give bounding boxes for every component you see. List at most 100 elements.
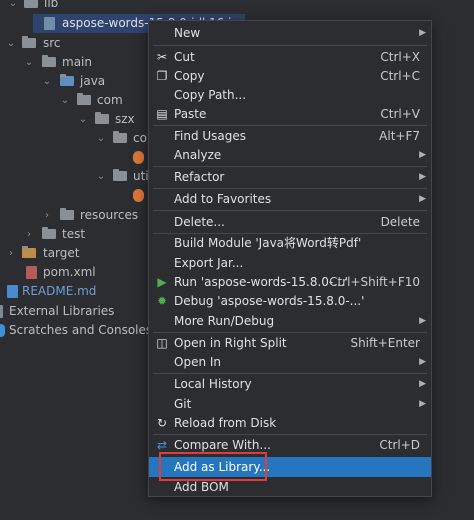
menu-item-open-in[interactable]: Open In ▶ <box>149 352 431 372</box>
tree-item-resources[interactable]: › resources <box>0 206 148 225</box>
menu-item-label: Open In <box>174 355 222 369</box>
tree-item-target[interactable]: › target <box>0 244 148 263</box>
chevron-right-icon: ▶ <box>419 28 426 38</box>
menu-item-git[interactable]: Git ▶ <box>149 394 431 414</box>
menu-item-add-to-favorites[interactable]: Add to Favorites ▶ <box>149 189 431 209</box>
chevron-right-icon: ▶ <box>419 150 426 160</box>
menu-item-label: Refactor <box>174 170 225 184</box>
markdown-file-icon <box>7 285 18 298</box>
jar-icon <box>44 17 55 30</box>
chevron-right-icon: ▶ <box>419 194 426 204</box>
menu-item-find-usages[interactable]: Find Usages Alt+F7 <box>149 126 431 146</box>
chevron-right-icon[interactable]: › <box>24 225 34 244</box>
menu-item-label: Copy <box>174 69 205 83</box>
tree-item-scratches[interactable]: Scratches and Consoles <box>0 321 152 340</box>
tree-item-test[interactable]: › test <box>0 225 148 244</box>
menu-item-run[interactable]: ▶ Run 'aspose-words-15.8.0-...' Ctrl+Shi… <box>149 272 431 292</box>
tree-item-com[interactable]: ⌄ com <box>0 91 140 110</box>
tree-item-util[interactable]: ⌄ util <box>0 167 148 186</box>
tree-item-label: target <box>43 246 80 260</box>
folder-icon <box>60 208 74 220</box>
menu-item-label: Run 'aspose-words-15.8.0-...' <box>174 275 348 289</box>
folder-icon <box>22 36 36 48</box>
tree-item-src[interactable]: ⌄ src <box>0 34 140 53</box>
chevron-down-icon[interactable]: ⌄ <box>6 34 16 53</box>
menu-item-shortcut: Delete <box>380 215 420 229</box>
chevron-down-icon[interactable]: ⌄ <box>24 53 34 72</box>
menu-item-new[interactable]: New ▶ <box>149 23 431 43</box>
menu-item-analyze[interactable]: Analyze ▶ <box>149 145 431 165</box>
menu-item-local-history[interactable]: Local History ▶ <box>149 374 431 394</box>
java-class-icon <box>133 189 144 202</box>
menu-item-label: Cut <box>174 50 195 64</box>
menu-item-label: Copy Path... <box>174 88 247 102</box>
tree-item-label: java <box>80 74 106 88</box>
menu-item-label: Open in Right Split <box>174 336 287 350</box>
menu-item-label: Debug 'aspose-words-15.8.0-...' <box>174 294 365 308</box>
chevron-right-icon: ▶ <box>419 357 426 367</box>
tree-item-szx[interactable]: ⌄ szx <box>0 110 145 129</box>
tree-item-label: External Libraries <box>9 304 115 318</box>
tree-item-class-file[interactable] <box>0 148 148 167</box>
menu-item-label: More Run/Debug <box>174 314 275 328</box>
menu-item-label: Add to Favorites <box>174 192 272 206</box>
package-icon <box>113 169 127 181</box>
menu-item-copy-path[interactable]: Copy Path... <box>149 85 431 105</box>
chevron-down-icon[interactable]: ⌄ <box>42 72 52 91</box>
run-icon: ▶ <box>157 275 167 289</box>
menu-item-label: Export Jar... <box>174 256 244 270</box>
menu-item-shortcut: Alt+F7 <box>379 129 420 143</box>
menu-item-refactor[interactable]: Refactor ▶ <box>149 167 431 187</box>
source-folder-icon <box>60 74 74 86</box>
menu-item-reload[interactable]: ↻ Reload from Disk <box>149 413 431 433</box>
split-icon: ◫ <box>156 336 168 350</box>
scratches-icon <box>0 324 5 337</box>
package-icon <box>77 93 91 105</box>
tree-item-lib[interactable]: ⌄ lib <box>0 0 240 13</box>
tree-item-java[interactable]: ⌄ java <box>0 72 140 91</box>
menu-item-debug[interactable]: ✹ Debug 'aspose-words-15.8.0-...' <box>149 291 431 311</box>
folder-icon <box>24 0 38 8</box>
menu-item-export-jar[interactable]: Export Jar... <box>149 253 431 273</box>
menu-item-label: Analyze <box>174 148 222 162</box>
menu-item-label: Paste <box>174 107 207 121</box>
tree-item-label: pom.xml <box>43 265 96 279</box>
chevron-right-icon: ▶ <box>419 379 426 389</box>
chevron-down-icon[interactable]: ⌄ <box>96 129 106 148</box>
tree-item-label: resources <box>80 208 139 222</box>
menu-item-label: Find Usages <box>174 129 247 143</box>
menu-item-cut[interactable]: ✂ Cut Ctrl+X <box>149 47 431 67</box>
menu-item-open-right-split[interactable]: ◫ Open in Right Split Shift+Enter <box>149 333 431 353</box>
chevron-down-icon[interactable]: ⌄ <box>60 91 70 110</box>
compare-icon: ⇄ <box>156 438 168 452</box>
chevron-right-icon: ▶ <box>419 316 426 326</box>
menu-item-label: Delete... <box>174 215 225 229</box>
chevron-down-icon[interactable]: ⌄ <box>96 167 106 186</box>
tree-item-label: com <box>97 93 123 107</box>
tree-item-con[interactable]: ⌄ con <box>0 129 148 148</box>
chevron-down-icon[interactable]: ⌄ <box>8 0 18 13</box>
tree-item-label: lib <box>44 0 59 10</box>
menu-item-label: Local History <box>174 377 252 391</box>
tree-item-pom[interactable]: pom.xml <box>0 263 148 282</box>
chevron-down-icon[interactable]: ⌄ <box>78 110 88 129</box>
scissors-icon: ✂ <box>156 50 168 64</box>
menu-item-copy[interactable]: ❐ Copy Ctrl+C <box>149 66 431 86</box>
tree-item-label: con <box>133 131 148 145</box>
menu-item-build-module[interactable]: Build Module 'Java将Word转Pdf' <box>149 233 431 253</box>
menu-item-delete[interactable]: Delete... Delete <box>149 212 431 232</box>
tree-item-label: util <box>133 169 148 183</box>
package-icon <box>113 131 127 143</box>
tree-item-readme[interactable]: README.md <box>0 282 148 301</box>
tree-item-main[interactable]: ⌄ main <box>0 53 140 72</box>
menu-item-shortcut: Ctrl+V <box>380 107 420 121</box>
bug-icon: ✹ <box>156 294 168 308</box>
java-class-icon <box>133 151 144 164</box>
chevron-right-icon[interactable]: › <box>6 244 16 263</box>
chevron-right-icon[interactable]: › <box>42 206 52 225</box>
menu-item-paste[interactable]: ▤ Paste Ctrl+V <box>149 104 431 124</box>
reload-icon: ↻ <box>156 416 168 430</box>
menu-item-more-run-debug[interactable]: More Run/Debug ▶ <box>149 311 431 331</box>
tree-item-class-file[interactable] <box>0 186 148 205</box>
tree-item-external-libraries[interactable]: External Libraries <box>0 302 148 321</box>
